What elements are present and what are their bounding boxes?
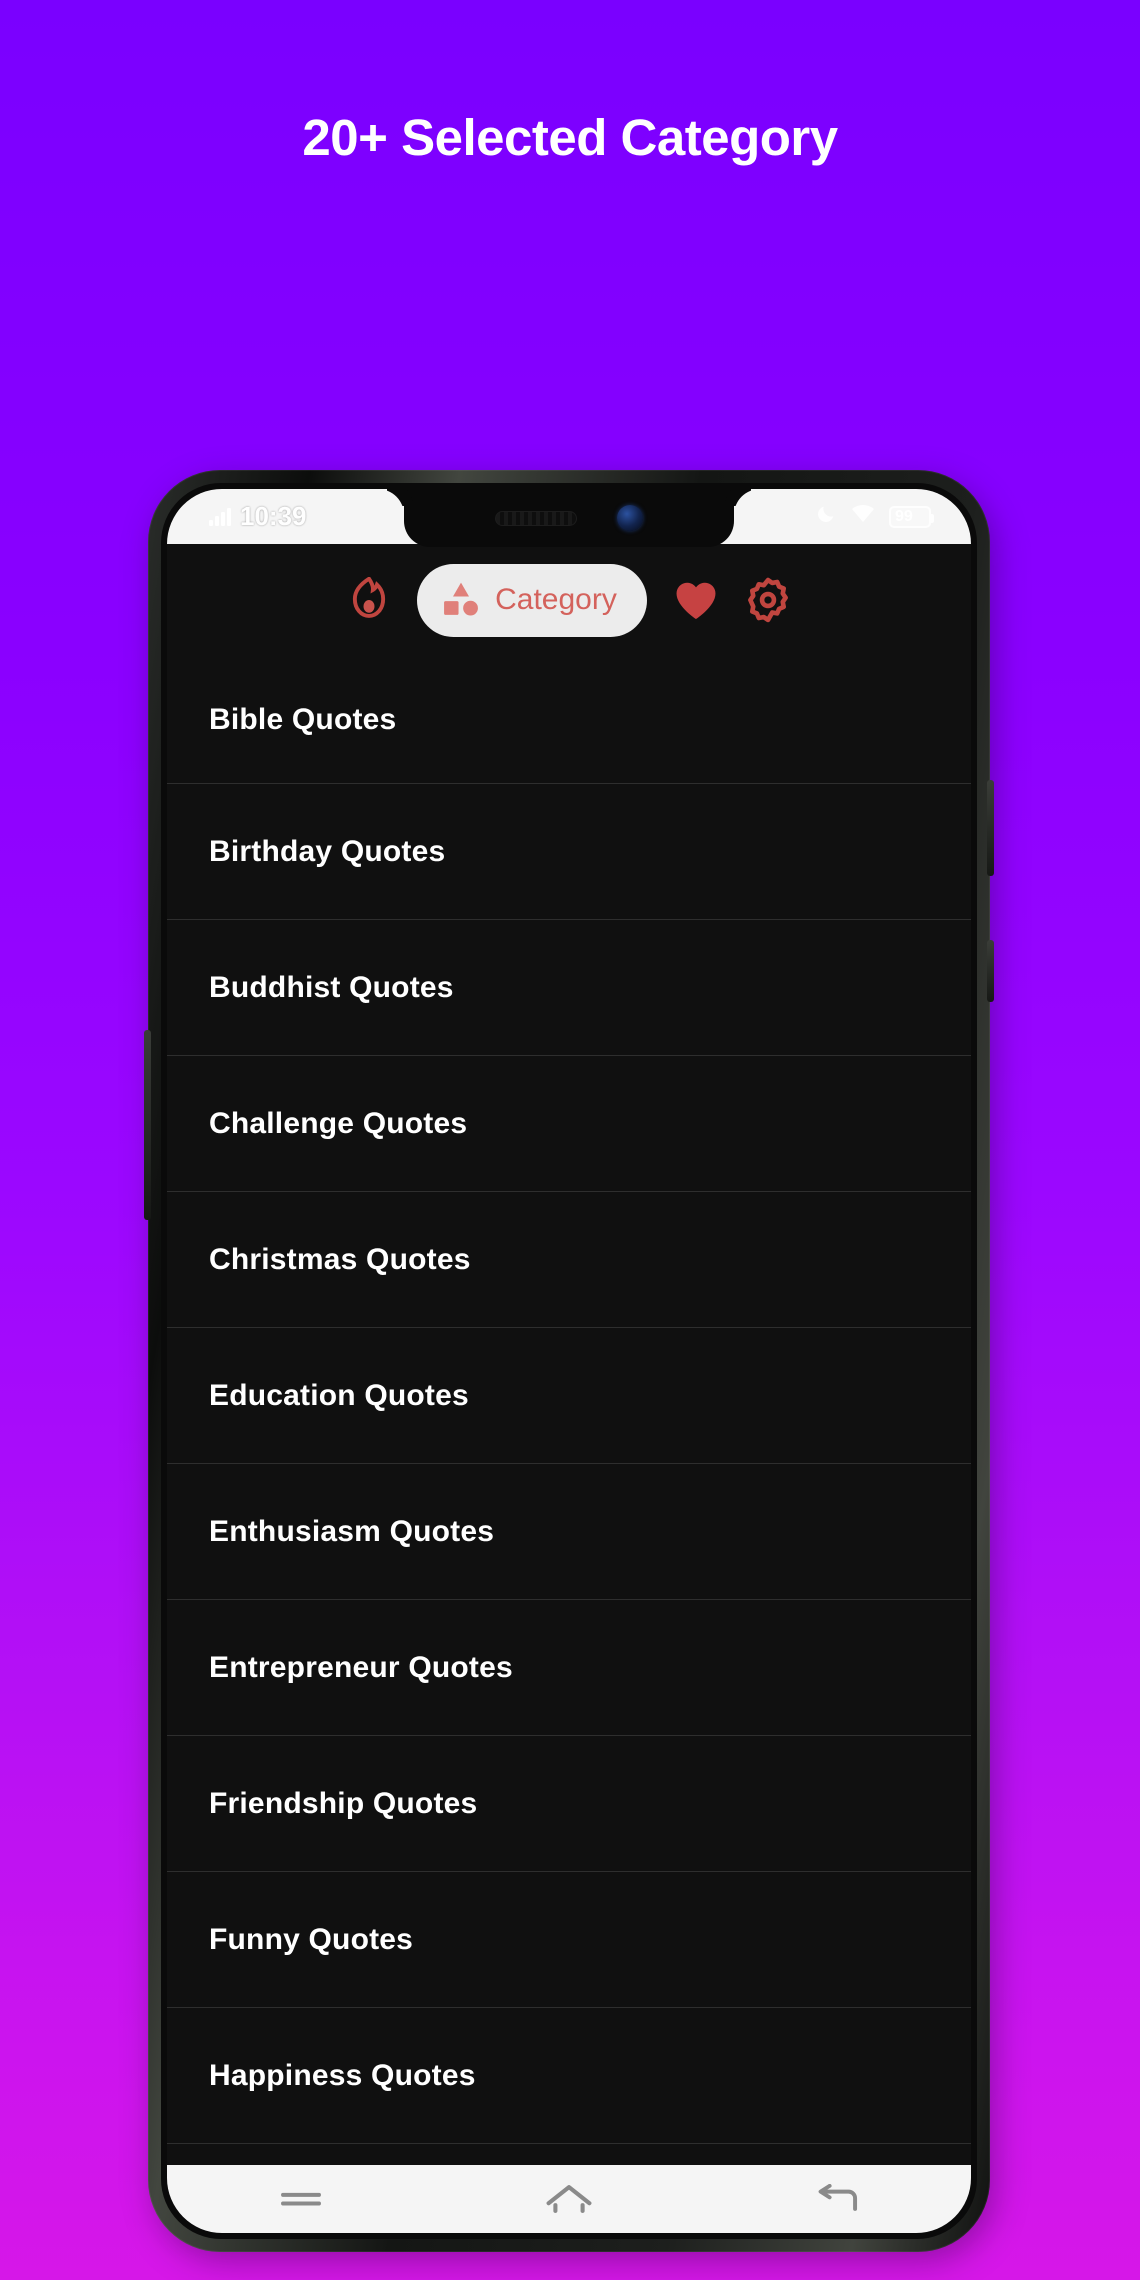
phone-screen: 10:39 99 Category Bible Quotes Birthday … xyxy=(167,489,971,2233)
category-tab-label: Category xyxy=(495,583,617,616)
status-bar-left: 10:39 xyxy=(167,501,307,532)
status-bar-clock: 10:39 xyxy=(240,501,307,531)
side-button-left[interactable] xyxy=(144,1030,151,1220)
battery-icon: 99 xyxy=(889,505,934,528)
home-icon[interactable] xyxy=(509,2165,629,2233)
page-title: 20+ Selected Category xyxy=(302,109,838,166)
recents-icon[interactable] xyxy=(241,2165,361,2233)
category-label: Funny Quotes xyxy=(209,1922,414,1956)
status-bar-right: 99 xyxy=(815,503,971,530)
category-label: Christmas Quotes xyxy=(209,1242,471,1276)
signal-bars-icon xyxy=(209,507,231,526)
earpiece-speaker-icon xyxy=(495,510,577,526)
phone-mockup: 10:39 99 Category Bible Quotes Birthday … xyxy=(144,470,996,2262)
app-toolbar: Category xyxy=(167,544,971,656)
list-item[interactable]: Enthusiasm Quotes xyxy=(167,1464,971,1600)
power-button[interactable] xyxy=(987,940,994,1002)
category-tab-pill[interactable]: Category xyxy=(417,563,647,637)
display-notch xyxy=(404,489,734,547)
battery-level-label: 99 xyxy=(895,507,913,525)
android-navigation-bar xyxy=(167,2165,971,2233)
flame-icon[interactable] xyxy=(347,577,391,623)
wifi-icon xyxy=(851,504,875,529)
back-icon[interactable] xyxy=(777,2165,897,2233)
list-item[interactable]: Buddhist Quotes xyxy=(167,920,971,1056)
app-content: Category Bible Quotes Birthday Quotes Bu… xyxy=(167,544,971,2233)
category-label: Enthusiasm Quotes xyxy=(209,1514,495,1548)
category-label: Happiness Quotes xyxy=(209,2058,476,2092)
list-item[interactable]: Challenge Quotes xyxy=(167,1056,971,1192)
volume-button[interactable] xyxy=(987,780,994,876)
phone-frame: 10:39 99 Category Bible Quotes Birthday … xyxy=(144,470,994,2252)
do-not-disturb-moon-icon xyxy=(815,503,837,530)
category-label: Buddhist Quotes xyxy=(209,970,454,1004)
list-item[interactable]: Birthday Quotes xyxy=(167,784,971,920)
list-item[interactable]: Entrepreneur Quotes xyxy=(167,1600,971,1736)
list-item[interactable]: Friendship Quotes xyxy=(167,1736,971,1872)
list-item[interactable]: Happiness Quotes xyxy=(167,2008,971,2144)
gear-icon[interactable] xyxy=(745,577,791,623)
shapes-icon xyxy=(441,578,481,623)
category-label: Education Quotes xyxy=(209,1378,469,1412)
phone-inner-bezel: 10:39 99 Category Bible Quotes Birthday … xyxy=(161,483,977,2239)
category-list[interactable]: Bible Quotes Birthday Quotes Buddhist Qu… xyxy=(167,656,971,2233)
list-item[interactable]: Funny Quotes xyxy=(167,1872,971,2008)
category-label: Challenge Quotes xyxy=(209,1106,468,1140)
front-camera-icon xyxy=(617,505,643,531)
list-item[interactable]: Christmas Quotes xyxy=(167,1192,971,1328)
heart-icon[interactable] xyxy=(673,579,719,621)
list-item[interactable]: Education Quotes xyxy=(167,1328,971,1464)
category-label: Entrepreneur Quotes xyxy=(209,1650,513,1684)
category-label: Bible Quotes xyxy=(209,702,397,736)
category-label: Friendship Quotes xyxy=(209,1786,478,1820)
category-label: Birthday Quotes xyxy=(209,834,446,868)
list-item[interactable]: Bible Quotes xyxy=(167,656,971,784)
